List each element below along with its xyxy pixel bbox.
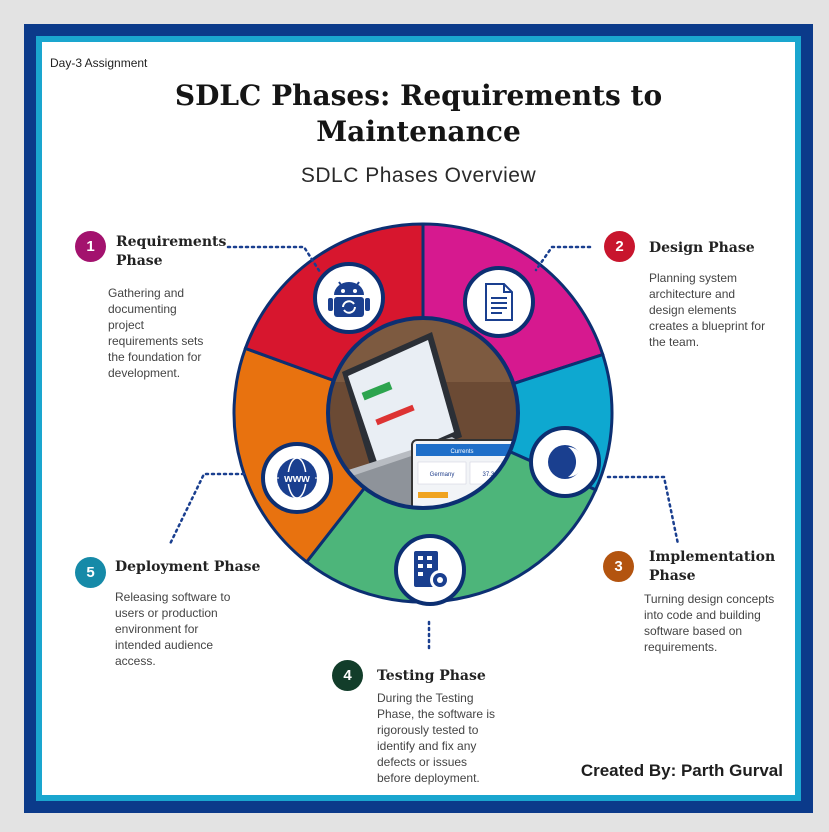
phase-5-description: Releasing software to users or productio… [115,590,231,668]
badge-phase-2: 2 [604,231,635,262]
phase-2-title: Design Phase [649,240,755,256]
phase-4-title: Testing Phase [377,668,486,684]
tablet-stat-left: Germany [430,472,455,478]
svg-text:www: www [283,473,310,485]
phase-2-description: Planning system architecture and design … [649,271,766,349]
testing-icon-badge [394,534,466,606]
phase-3-title: Implementation Phase [649,549,776,584]
phase-4-description: During the Testing Phase, the software i… [377,691,496,785]
connector-deployment [168,472,246,546]
author-credit: Created By: Parth Gurval [580,761,783,780]
badge-phase-3: 3 [603,551,634,582]
implementation-icon-badge [529,426,601,498]
inner-frame: Day-3 Assignment SDLC Phases: Requiremen… [36,36,801,801]
design-icon-badge [463,266,535,338]
www-globe-icon: www [277,457,317,499]
infographic-canvas: Day-3 Assignment SDLC Phases: Requiremen… [42,42,795,795]
requirements-icon-badge [313,262,385,334]
deployment-icon-badge: www [261,442,333,514]
phase-1-title: Requirements Phase [116,234,227,269]
outer-frame: Day-3 Assignment SDLC Phases: Requiremen… [24,24,813,813]
badge-phase-1: 1 [75,231,106,262]
phase-3-description: Turning design concepts into code and bu… [644,592,775,654]
phase-5-title: Deployment Phase [115,559,261,575]
badge-phase-5: 5 [75,557,106,588]
tablet-heading: Currents [450,449,473,455]
document-icon [485,283,513,321]
phase-1-description: Gathering and documenting project requir… [108,286,204,380]
connector-implementation [606,475,680,546]
badge-phase-4: 4 [332,660,363,691]
